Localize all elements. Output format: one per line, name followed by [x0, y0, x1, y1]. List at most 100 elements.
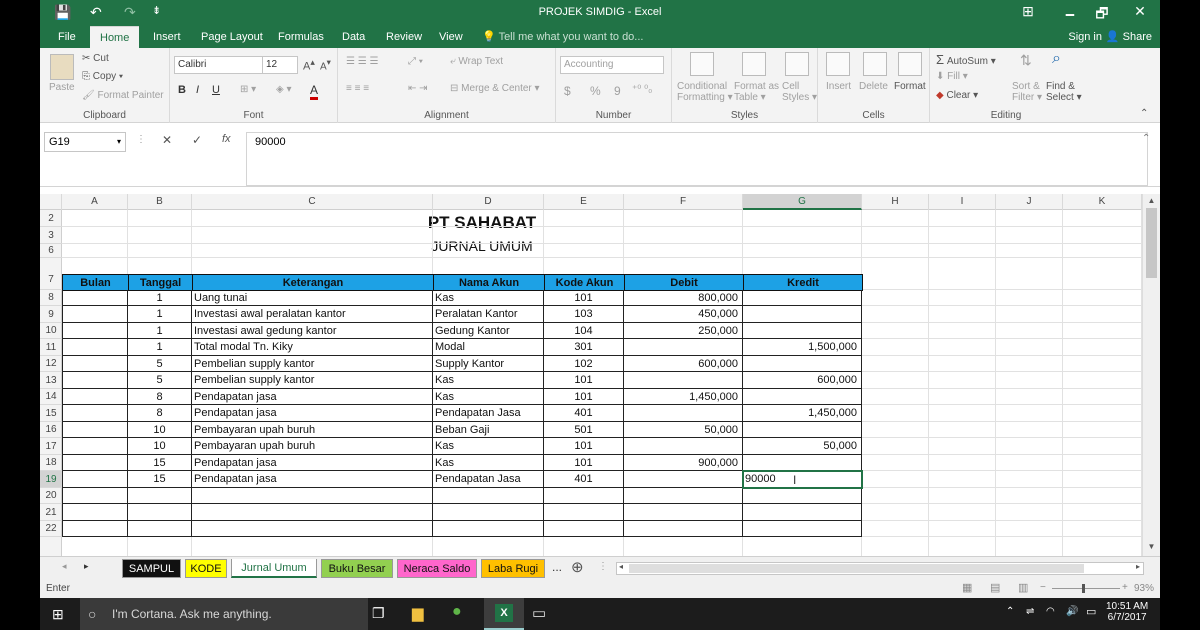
table-cell[interactable]: 1,450,000	[624, 389, 743, 405]
clock[interactable]: 10:51 AM 6/7/2017	[1106, 601, 1148, 623]
scroll-right-icon[interactable]: ▸	[1136, 562, 1140, 571]
table-cell[interactable]	[624, 471, 743, 488]
table-cell[interactable]	[743, 521, 862, 537]
merge-center-button[interactable]: ⊟ Merge & Center ▾	[450, 83, 540, 94]
shrink-font-icon[interactable]: A▾	[320, 57, 331, 72]
table-cell[interactable]: Supply Kantor	[433, 356, 544, 372]
table-cell[interactable]	[62, 323, 128, 339]
table-cell[interactable]: 103	[544, 306, 624, 323]
table-cell[interactable]: Modal	[433, 339, 544, 356]
name-box[interactable]: G19 ▾	[44, 132, 126, 152]
tab-file[interactable]: File	[48, 26, 86, 48]
table-cell[interactable]	[624, 488, 743, 504]
table-cell[interactable]: 1	[128, 290, 192, 306]
borders-icon[interactable]: ⊞ ▾	[240, 84, 256, 95]
table-cell[interactable]: 10	[128, 422, 192, 438]
minimize-icon[interactable]: 🗕	[1058, 3, 1082, 27]
add-sheet-icon[interactable]: ⊕	[571, 558, 584, 576]
column-header-c[interactable]: C	[192, 194, 433, 210]
table-cell[interactable]: 1,500,000	[743, 339, 862, 356]
indent-icon[interactable]: ⇤ ⇥	[408, 83, 428, 94]
column-header-e[interactable]: E	[544, 194, 624, 210]
chevron-down-icon[interactable]: ▾	[117, 133, 121, 151]
table-cell[interactable]: Pembayaran upah buruh	[192, 422, 433, 438]
table-cell[interactable]	[128, 504, 192, 521]
format-cells-icon[interactable]	[898, 52, 922, 76]
table-cell[interactable]	[62, 372, 128, 389]
table-cell[interactable]: 600,000	[743, 372, 862, 389]
header-tanggal[interactable]: Tanggal	[128, 274, 193, 291]
task-view-icon[interactable]: ❐	[372, 605, 385, 622]
table-cell[interactable]: Pendapatan Jasa	[433, 405, 544, 422]
row-header[interactable]: 19	[40, 471, 62, 488]
font-color-icon[interactable]: A	[310, 83, 319, 100]
table-cell[interactable]: 1	[128, 306, 192, 323]
delete-cells-icon[interactable]	[863, 52, 887, 76]
table-cell[interactable]: Pendapatan Jasa	[433, 471, 544, 488]
table-cell[interactable]	[62, 488, 128, 504]
tab-page-layout[interactable]: Page Layout	[191, 26, 273, 48]
header-bulan[interactable]: Bulan	[62, 274, 129, 291]
table-cell[interactable]	[544, 504, 624, 521]
zoom-out-icon[interactable]: −	[1040, 582, 1046, 593]
tray-chevron-icon[interactable]: ⌃	[1006, 606, 1014, 617]
fill-color-icon[interactable]: ◈ ▾	[276, 84, 292, 95]
table-cell[interactable]: 101	[544, 438, 624, 455]
wifi-icon[interactable]: ◠	[1046, 606, 1055, 617]
table-cell[interactable]: Peralatan Kantor	[433, 306, 544, 323]
italic-button[interactable]: I	[196, 84, 199, 96]
table-cell[interactable]: 5	[128, 372, 192, 389]
tell-me-box[interactable]: 💡 Tell me what you want to do...	[482, 26, 643, 48]
table-cell[interactable]: 401	[544, 405, 624, 422]
cell-styles-icon[interactable]	[785, 52, 809, 76]
ribbon-display-options-icon[interactable]: ⊞	[1016, 3, 1040, 20]
table-cell[interactable]: 15	[128, 455, 192, 471]
network-icon[interactable]: ⇌	[1026, 606, 1034, 617]
volume-icon[interactable]: 🔊	[1066, 606, 1078, 617]
keyboard-icon[interactable]: ▭	[1086, 605, 1096, 618]
table-cell[interactable]	[624, 339, 743, 356]
collapse-ribbon-icon[interactable]: ⌃	[1140, 108, 1148, 119]
table-cell[interactable]: Investasi awal gedung kantor	[192, 323, 433, 339]
table-cell[interactable]: 5	[128, 356, 192, 372]
find-select-button[interactable]: Find & Select ▾	[1046, 81, 1082, 103]
page-break-view-icon[interactable]: ▥	[1018, 581, 1028, 594]
zoom-slider[interactable]	[1052, 588, 1120, 589]
table-cell[interactable]: Kas	[433, 455, 544, 471]
scroll-thumb[interactable]	[629, 564, 1084, 573]
column-header-b[interactable]: B	[128, 194, 192, 210]
bold-button[interactable]: B	[178, 84, 186, 96]
row-header[interactable]: 21	[40, 504, 62, 521]
table-cell[interactable]	[192, 488, 433, 504]
table-cell[interactable]	[62, 389, 128, 405]
table-cell[interactable]	[192, 504, 433, 521]
table-cell[interactable]	[62, 422, 128, 438]
row-header[interactable]: 17	[40, 438, 62, 455]
comma-button[interactable]: 9	[614, 84, 621, 98]
table-cell[interactable]	[743, 306, 862, 323]
table-cell[interactable]: Pendapatan jasa	[192, 471, 433, 488]
format-painter-button[interactable]: 🖌 Format Painter	[82, 90, 164, 101]
table-cell[interactable]: 600,000	[624, 356, 743, 372]
table-cell[interactable]: 101	[544, 389, 624, 405]
table-cell[interactable]: Pendapatan jasa	[192, 455, 433, 471]
paste-button[interactable]: Paste	[49, 82, 75, 93]
format-as-table-icon[interactable]	[742, 52, 766, 76]
scroll-left-icon[interactable]: ◂	[619, 562, 623, 571]
row-header[interactable]: 15	[40, 405, 62, 422]
header-nama-akun[interactable]: Nama Akun	[433, 274, 545, 291]
number-format-select[interactable]: Accounting	[560, 56, 664, 74]
table-cell[interactable]	[544, 488, 624, 504]
sheet-tab-sampul[interactable]: SAMPUL	[122, 559, 181, 578]
cell-area[interactable]: PT SAHABAT JURNAL UMUM Bulan Tanggal Keter…	[62, 210, 1142, 556]
wrap-text-button[interactable]: ⤶ Wrap Text	[450, 56, 503, 67]
table-cell[interactable]: 101	[544, 290, 624, 306]
tab-insert[interactable]: Insert	[143, 26, 191, 48]
column-header-d[interactable]: D	[433, 194, 544, 210]
font-size-select[interactable]: 12	[262, 56, 298, 74]
table-cell[interactable]: Kas	[433, 438, 544, 455]
column-header-f[interactable]: F	[624, 194, 743, 210]
file-explorer-icon[interactable]: ▆	[412, 604, 424, 622]
recorder-icon[interactable]: ▭	[532, 604, 546, 622]
zoom-in-icon[interactable]: +	[1122, 582, 1128, 593]
